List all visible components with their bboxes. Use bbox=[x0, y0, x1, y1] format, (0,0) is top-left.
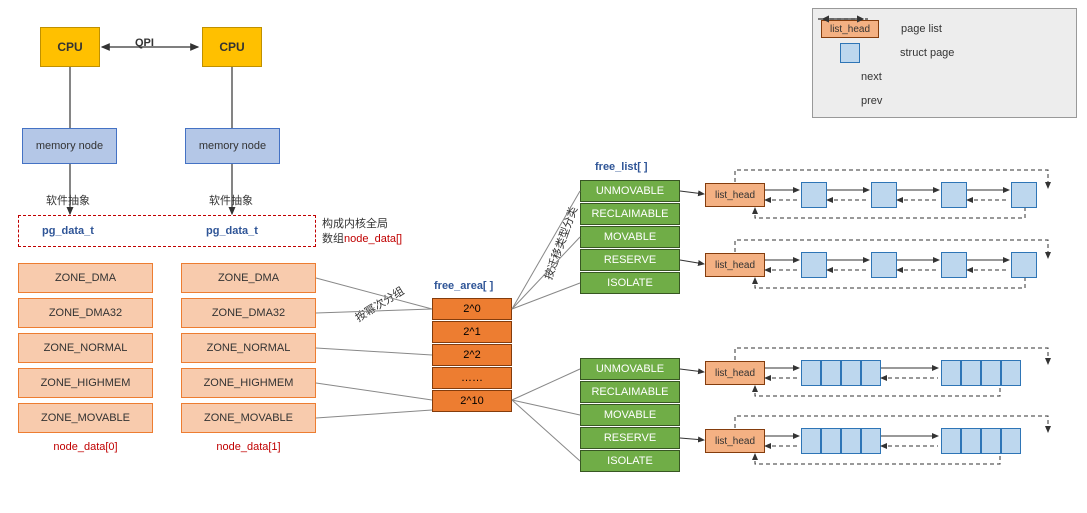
zone-item: ZONE_DMA32 bbox=[181, 298, 316, 328]
struct-page bbox=[801, 428, 821, 454]
struct-page bbox=[1011, 252, 1037, 278]
list-head-box: list_head bbox=[705, 253, 765, 277]
struct-page bbox=[871, 252, 897, 278]
qpi-label: QPI bbox=[135, 37, 154, 49]
zone-item: ZONE_DMA32 bbox=[18, 298, 153, 328]
type-note: 按迁移类型分类 bbox=[540, 204, 581, 282]
page-list-row-2: list_head bbox=[705, 252, 1037, 278]
struct-page bbox=[941, 428, 961, 454]
struct-page bbox=[861, 428, 881, 454]
free-list-item: UNMOVABLE bbox=[580, 358, 680, 380]
page-list-row-1: list_head bbox=[705, 182, 1037, 208]
legend-listhead: list_head bbox=[821, 20, 879, 38]
free-area-item: 2^2 bbox=[432, 344, 512, 366]
struct-page bbox=[981, 360, 1001, 386]
legend-row: list_head page list bbox=[821, 17, 1068, 41]
abstract-label-0: 软件抽象 bbox=[46, 192, 90, 208]
struct-page bbox=[801, 360, 821, 386]
struct-page bbox=[801, 252, 827, 278]
struct-page bbox=[1011, 182, 1037, 208]
struct-page bbox=[861, 360, 881, 386]
free-list-item: MOVABLE bbox=[580, 226, 680, 248]
free-area-item: 2^1 bbox=[432, 321, 512, 343]
legend-label: prev bbox=[861, 95, 882, 107]
legend-row: struct page bbox=[821, 41, 1068, 65]
legend-structpage bbox=[840, 43, 860, 63]
zone-col-1: ZONE_DMA ZONE_DMA32 ZONE_NORMAL ZONE_HIG… bbox=[181, 263, 316, 453]
struct-page bbox=[941, 360, 961, 386]
memory-node-0: memory node bbox=[22, 128, 117, 164]
free-area-item: …… bbox=[432, 367, 512, 389]
zone-item: ZONE_DMA bbox=[181, 263, 316, 293]
free-list-item: RESERVE bbox=[580, 427, 680, 449]
free-list-item: RECLAIMABLE bbox=[580, 203, 680, 225]
struct-page bbox=[941, 182, 967, 208]
free-list-item: MOVABLE bbox=[580, 404, 680, 426]
global-note-1: 构成内核全局 bbox=[322, 215, 388, 231]
struct-page bbox=[941, 252, 967, 278]
struct-page bbox=[961, 360, 981, 386]
legend-label: struct page bbox=[900, 47, 954, 59]
legend: list_head page list struct page next pre… bbox=[812, 8, 1077, 118]
memory-node-1: memory node bbox=[185, 128, 280, 164]
node-caption-1: node_data[1] bbox=[181, 441, 316, 453]
free-list-head-top: free_list[ ] bbox=[595, 161, 648, 173]
free-list-col-top: UNMOVABLE RECLAIMABLE MOVABLE RESERVE IS… bbox=[580, 180, 680, 295]
free-list-col-bottom: UNMOVABLE RECLAIMABLE MOVABLE RESERVE IS… bbox=[580, 358, 680, 473]
struct-page bbox=[1001, 360, 1021, 386]
free-list-item: ISOLATE bbox=[580, 450, 680, 472]
struct-page bbox=[841, 428, 861, 454]
free-area-item: 2^10 bbox=[432, 390, 512, 412]
free-list-item: RESERVE bbox=[580, 249, 680, 271]
group-note: 按幂次分组 bbox=[352, 283, 407, 326]
struct-page bbox=[821, 360, 841, 386]
legend-label: page list bbox=[901, 23, 942, 35]
free-area-col: 2^0 2^1 2^2 …… 2^10 bbox=[432, 298, 512, 413]
list-head-box: list_head bbox=[705, 429, 765, 453]
struct-page bbox=[801, 182, 827, 208]
list-head-box: list_head bbox=[705, 361, 765, 385]
struct-page bbox=[981, 428, 1001, 454]
zone-item: ZONE_DMA bbox=[18, 263, 153, 293]
cpu-box-1: CPU bbox=[202, 27, 262, 67]
zone-item: ZONE_HIGHMEM bbox=[181, 368, 316, 398]
page-list-row-3: list_head bbox=[705, 360, 1021, 386]
legend-label: next bbox=[861, 71, 882, 83]
free-area-head: free_area[ ] bbox=[434, 280, 493, 292]
free-list-item: UNMOVABLE bbox=[580, 180, 680, 202]
free-list-item: ISOLATE bbox=[580, 272, 680, 294]
struct-page bbox=[871, 182, 897, 208]
zone-item: ZONE_NORMAL bbox=[181, 333, 316, 363]
node-caption-0: node_data[0] bbox=[18, 441, 153, 453]
page-list-row-4: list_head bbox=[705, 428, 1021, 454]
struct-page bbox=[841, 360, 861, 386]
zone-col-0: ZONE_DMA ZONE_DMA32 ZONE_NORMAL ZONE_HIG… bbox=[18, 263, 153, 453]
legend-row: prev bbox=[821, 89, 1068, 113]
zone-item: ZONE_MOVABLE bbox=[181, 403, 316, 433]
struct-page bbox=[821, 428, 841, 454]
zone-item: ZONE_MOVABLE bbox=[18, 403, 153, 433]
cpu-box-0: CPU bbox=[40, 27, 100, 67]
struct-page bbox=[1001, 428, 1021, 454]
pgdata-1: pg_data_t bbox=[206, 225, 258, 237]
zone-item: ZONE_HIGHMEM bbox=[18, 368, 153, 398]
zone-item: ZONE_NORMAL bbox=[18, 333, 153, 363]
struct-page bbox=[961, 428, 981, 454]
legend-row: next bbox=[821, 65, 1068, 89]
abstract-label-1: 软件抽象 bbox=[209, 192, 253, 208]
global-note-2: 数组node_data[] bbox=[322, 230, 402, 246]
list-head-box: list_head bbox=[705, 183, 765, 207]
free-list-item: RECLAIMABLE bbox=[580, 381, 680, 403]
free-area-item: 2^0 bbox=[432, 298, 512, 320]
pgdata-0: pg_data_t bbox=[42, 225, 94, 237]
